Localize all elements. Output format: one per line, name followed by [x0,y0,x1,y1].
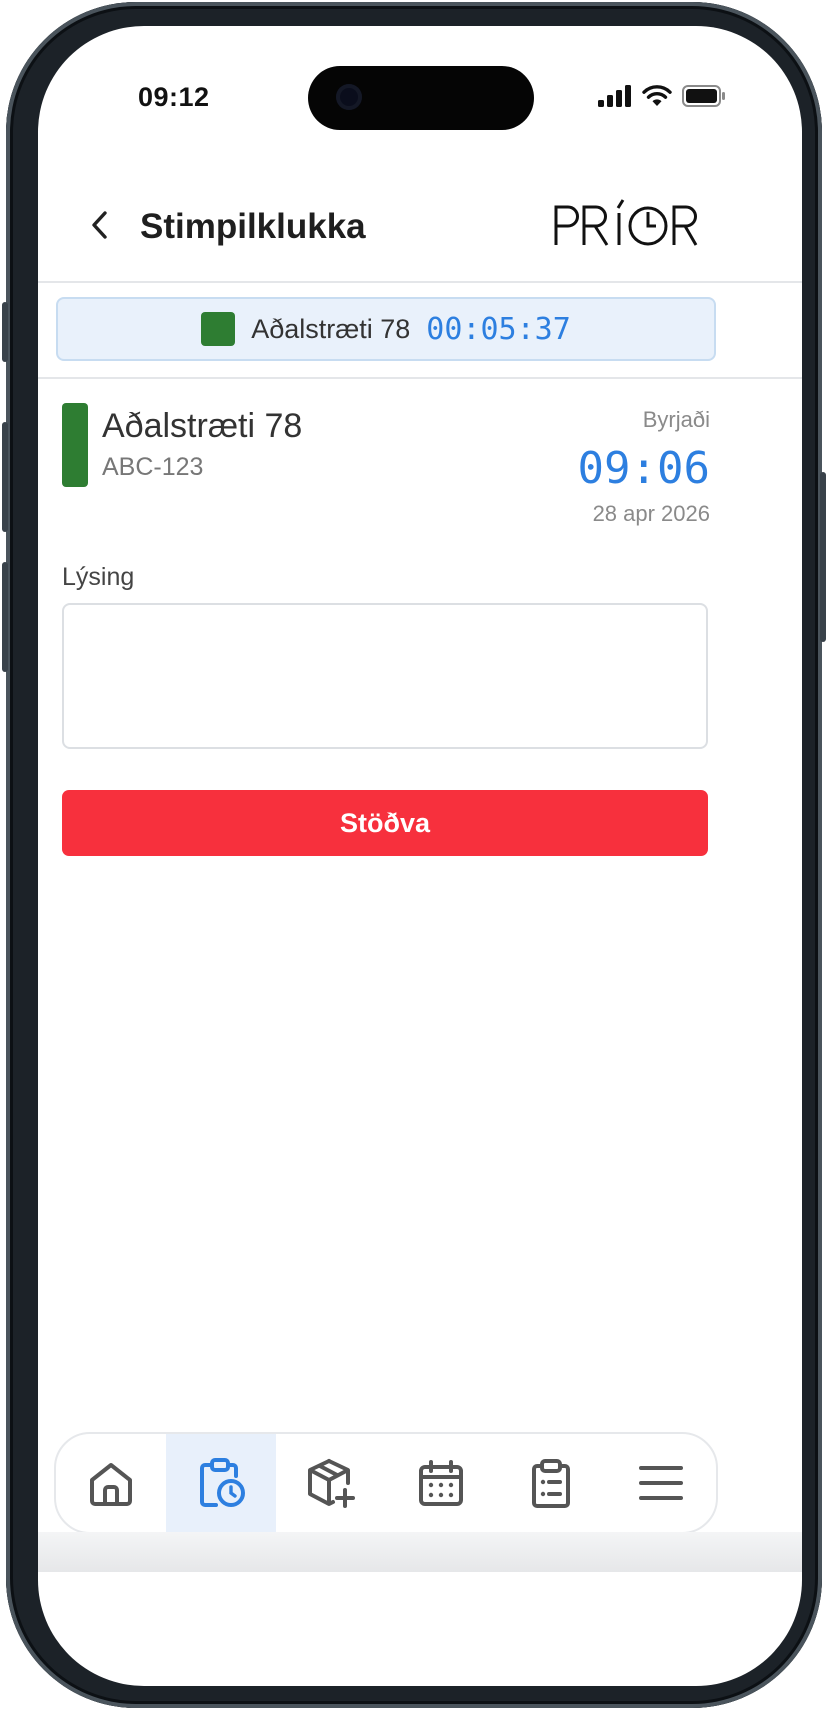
bottom-navigation [54,1432,718,1534]
app-header: Stimpilklukka [38,181,802,283]
back-button[interactable] [78,203,122,247]
chevron-left-icon [92,211,107,239]
nav-tasks[interactable] [496,1434,606,1532]
status-icons [598,82,726,110]
nav-add-package[interactable] [276,1434,386,1532]
nav-calendar[interactable] [386,1434,496,1532]
timer-location: Aðalstræti 78 [251,313,411,344]
job-color-indicator [62,403,88,487]
start-time: 09:06 [577,443,710,494]
description-input[interactable] [62,603,708,749]
home-indicator-area [38,1532,802,1572]
wifi-icon [642,85,672,106]
job-code: ABC-123 [102,453,204,481]
job-details: Aðalstræti 78 ABC-123 Byrjaði 09:06 28 a… [62,403,710,533]
cellular-signal-icon [598,85,631,107]
status-time: 09:12 [138,82,210,112]
calendar-icon [419,1460,463,1506]
menu-icon [639,1466,683,1500]
camera-icon [336,84,362,110]
description-label: Lýsing [62,563,135,591]
job-name: Aðalstræti 78 [102,407,303,445]
volume-up-button [2,422,8,532]
active-timer-banner[interactable]: Aðalstræti 78 00:05:37 [56,297,716,361]
active-timer-section: Aðalstræti 78 00:05:37 [38,283,802,379]
stop-button[interactable]: Stöðva [62,790,708,856]
clipboard-list-icon [532,1459,570,1508]
action-button [2,302,8,362]
timer-color-swatch [201,312,236,346]
nav-home[interactable] [56,1434,166,1532]
started-label: Byrjaði [642,407,710,432]
dynamic-island [308,66,534,130]
nav-time-clock[interactable] [166,1434,276,1532]
page-title: Stimpilklukka [140,207,366,246]
battery-icon [682,85,725,107]
home-icon [90,1463,132,1506]
prior-logo [554,199,698,246]
volume-down-button [2,562,8,672]
nav-menu[interactable] [606,1434,716,1532]
start-date: 28 apr 2026 [592,501,710,526]
clipboard-clock-icon [200,1458,245,1507]
screen: 09:12 Stimpilklukka Aðalstræti 78 00:05:… [38,26,802,1686]
timer-elapsed: 00:05:37 [426,311,571,347]
package-add-icon [308,1459,355,1508]
phone-frame: 09:12 Stimpilklukka Aðalstræti 78 00:05:… [2,2,826,1708]
power-button [820,472,826,642]
